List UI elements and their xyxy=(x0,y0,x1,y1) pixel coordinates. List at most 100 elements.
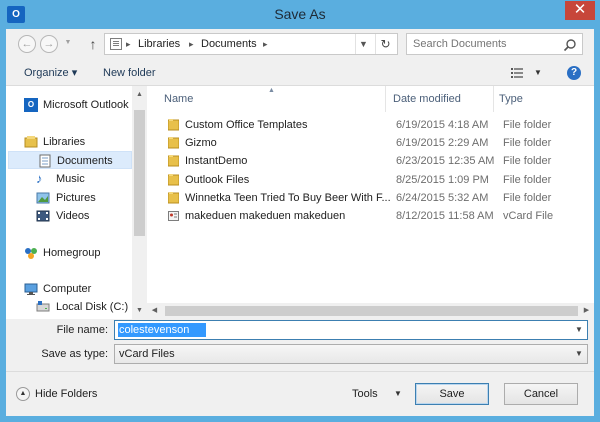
dialog-client-area: ← → ▼ ↑ ▸ Libraries ▸ Documents ▸ ▼ ↻ Se… xyxy=(6,29,594,416)
view-options-icon[interactable] xyxy=(511,68,523,78)
recent-locations-button[interactable]: ▼ xyxy=(62,35,74,53)
save-as-type-value: vCard Files xyxy=(119,348,175,360)
breadcrumb-documents[interactable]: Documents xyxy=(201,34,257,54)
horizontal-scrollbar-thumb[interactable] xyxy=(165,306,578,316)
file-name: Gizmo xyxy=(185,137,217,149)
folder-icon xyxy=(168,192,179,204)
chevron-down-icon: ▼ xyxy=(575,325,583,334)
navigation-scrollbar[interactable]: ▲ ▼ xyxy=(132,86,147,319)
file-row[interactable]: makeduen makeduen makeduen 8/12/2015 11:… xyxy=(147,207,594,225)
file-name: InstantDemo xyxy=(185,155,248,167)
nav-item-outlook[interactable]: O Microsoft Outlook xyxy=(20,96,132,114)
nav-item-label: Homegroup xyxy=(43,247,101,259)
music-icon: ♪ xyxy=(36,171,43,186)
column-header-date-modified[interactable]: Date modified xyxy=(393,86,461,112)
breadcrumb-separator-icon: ▸ xyxy=(189,39,194,49)
nav-item-libraries[interactable]: Libraries xyxy=(20,133,132,151)
file-row[interactable]: Gizmo 6/19/2015 2:29 AM File folder xyxy=(147,134,594,152)
refresh-button[interactable]: ↻ xyxy=(375,34,395,54)
documents-icon xyxy=(39,154,51,168)
nav-item-label: Pictures xyxy=(56,192,96,204)
chevron-up-icon: ▲ xyxy=(16,387,30,401)
organize-menu[interactable]: Organize ▾ xyxy=(24,61,77,85)
tools-menu[interactable]: Tools xyxy=(352,385,378,403)
column-header-type[interactable]: Type xyxy=(499,86,523,112)
folder-icon xyxy=(168,174,179,186)
title-bar[interactable]: O Save As ✕ xyxy=(0,0,600,29)
nav-item-music[interactable]: ♪ Music xyxy=(20,170,132,188)
nav-item-documents[interactable]: Documents xyxy=(8,151,132,169)
column-divider[interactable] xyxy=(493,86,494,112)
file-date: 6/23/2015 12:35 AM xyxy=(396,155,495,167)
breadcrumb-separator-icon: ▸ xyxy=(126,39,131,49)
column-header-name[interactable]: Name xyxy=(164,86,193,112)
save-as-type-dropdown[interactable]: ▼ xyxy=(571,345,587,363)
scroll-left-icon[interactable]: ◀ xyxy=(150,306,159,315)
address-history-dropdown[interactable]: ▼ xyxy=(355,34,371,54)
nav-item-pictures[interactable]: Pictures xyxy=(20,189,132,207)
forward-arrow-icon: → xyxy=(43,38,55,50)
file-name: Winnetka Teen Tried To Buy Beer With F..… xyxy=(185,192,391,204)
file-row[interactable]: InstantDemo 6/23/2015 12:35 AM File fold… xyxy=(147,152,594,170)
nav-item-label: Videos xyxy=(56,210,90,222)
navigation-pane[interactable]: O Microsoft Outlook Libraries Documents … xyxy=(6,86,132,319)
navigation-scrollbar-thumb[interactable] xyxy=(134,110,145,236)
scroll-down-icon[interactable]: ▼ xyxy=(135,306,144,315)
file-name: Outlook Files xyxy=(185,174,250,186)
hide-folders-label: Hide Folders xyxy=(35,388,98,400)
file-name-field[interactable]: ▼ xyxy=(114,320,588,340)
file-row[interactable]: Outlook Files 8/25/2015 1:09 PM File fol… xyxy=(147,171,594,189)
nav-item-computer[interactable]: Computer xyxy=(20,280,132,298)
nav-item-videos[interactable]: Videos xyxy=(20,207,132,225)
chevron-down-icon: ▼ xyxy=(575,349,583,358)
file-list[interactable]: ▲ Name Date modified Type Custom Office … xyxy=(147,86,594,319)
cancel-button[interactable]: Cancel xyxy=(504,383,578,405)
nav-item-label: Local Disk (C:) xyxy=(56,301,129,313)
file-type: File folder xyxy=(503,119,552,131)
file-type: File folder xyxy=(503,155,552,167)
up-button[interactable]: ↑ xyxy=(85,34,101,54)
view-dropdown[interactable]: ▼ xyxy=(533,66,543,80)
search-input[interactable] xyxy=(413,34,563,54)
help-icon[interactable]: ? xyxy=(567,66,581,80)
file-row[interactable]: Winnetka Teen Tried To Buy Beer With F..… xyxy=(147,189,594,207)
save-button[interactable]: Save xyxy=(415,383,489,405)
pictures-icon xyxy=(36,192,50,204)
address-bar[interactable]: ▸ Libraries ▸ Documents ▸ ▼ ↻ xyxy=(104,33,398,55)
nav-item-label: Documents xyxy=(57,155,113,167)
nav-item-homegroup[interactable]: Homegroup xyxy=(20,244,132,262)
nav-item-label: Music xyxy=(56,173,85,185)
tools-dropdown-icon[interactable]: ▼ xyxy=(394,385,402,403)
nav-item-label: Libraries xyxy=(43,136,86,148)
search-box[interactable] xyxy=(406,33,583,55)
nav-item-label: Microsoft Outlook xyxy=(43,99,129,111)
footer-divider xyxy=(6,371,594,372)
outlook-icon: O xyxy=(24,98,38,112)
save-as-dialog: O Save As ✕ ← → ▼ ↑ ▸ Libraries ▸ Docume… xyxy=(0,0,600,422)
scroll-up-icon[interactable]: ▲ xyxy=(135,90,144,99)
folder-icon xyxy=(168,137,179,149)
file-type: vCard File xyxy=(503,210,554,222)
save-as-type-select[interactable]: vCard Files ▼ xyxy=(114,344,588,364)
file-name-dropdown[interactable]: ▼ xyxy=(571,321,587,339)
search-icon[interactable] xyxy=(563,38,577,52)
breadcrumb-libraries[interactable]: Libraries xyxy=(138,34,180,54)
back-arrow-icon: ← xyxy=(21,38,33,50)
chevron-down-icon: ▼ xyxy=(64,39,72,46)
scroll-right-icon[interactable]: ▶ xyxy=(582,306,591,315)
folder-icon xyxy=(168,119,179,131)
horizontal-scrollbar[interactable]: ◀ ▶ xyxy=(147,303,594,319)
file-name-input[interactable] xyxy=(118,323,206,337)
homegroup-icon xyxy=(25,248,37,259)
file-date: 8/12/2015 11:58 AM xyxy=(396,210,494,222)
column-divider[interactable] xyxy=(385,86,386,112)
new-folder-button[interactable]: New folder xyxy=(103,61,156,85)
computer-icon xyxy=(24,283,38,295)
file-row[interactable]: Custom Office Templates 6/19/2015 4:18 A… xyxy=(147,116,594,134)
refresh-icon: ↻ xyxy=(380,37,391,51)
forward-button[interactable]: → xyxy=(40,35,58,53)
close-button[interactable]: ✕ xyxy=(565,1,595,20)
file-type: File folder xyxy=(503,192,552,204)
nav-item-local-disk[interactable]: Local Disk (C:) xyxy=(20,298,132,316)
back-button[interactable]: ← xyxy=(18,35,36,53)
